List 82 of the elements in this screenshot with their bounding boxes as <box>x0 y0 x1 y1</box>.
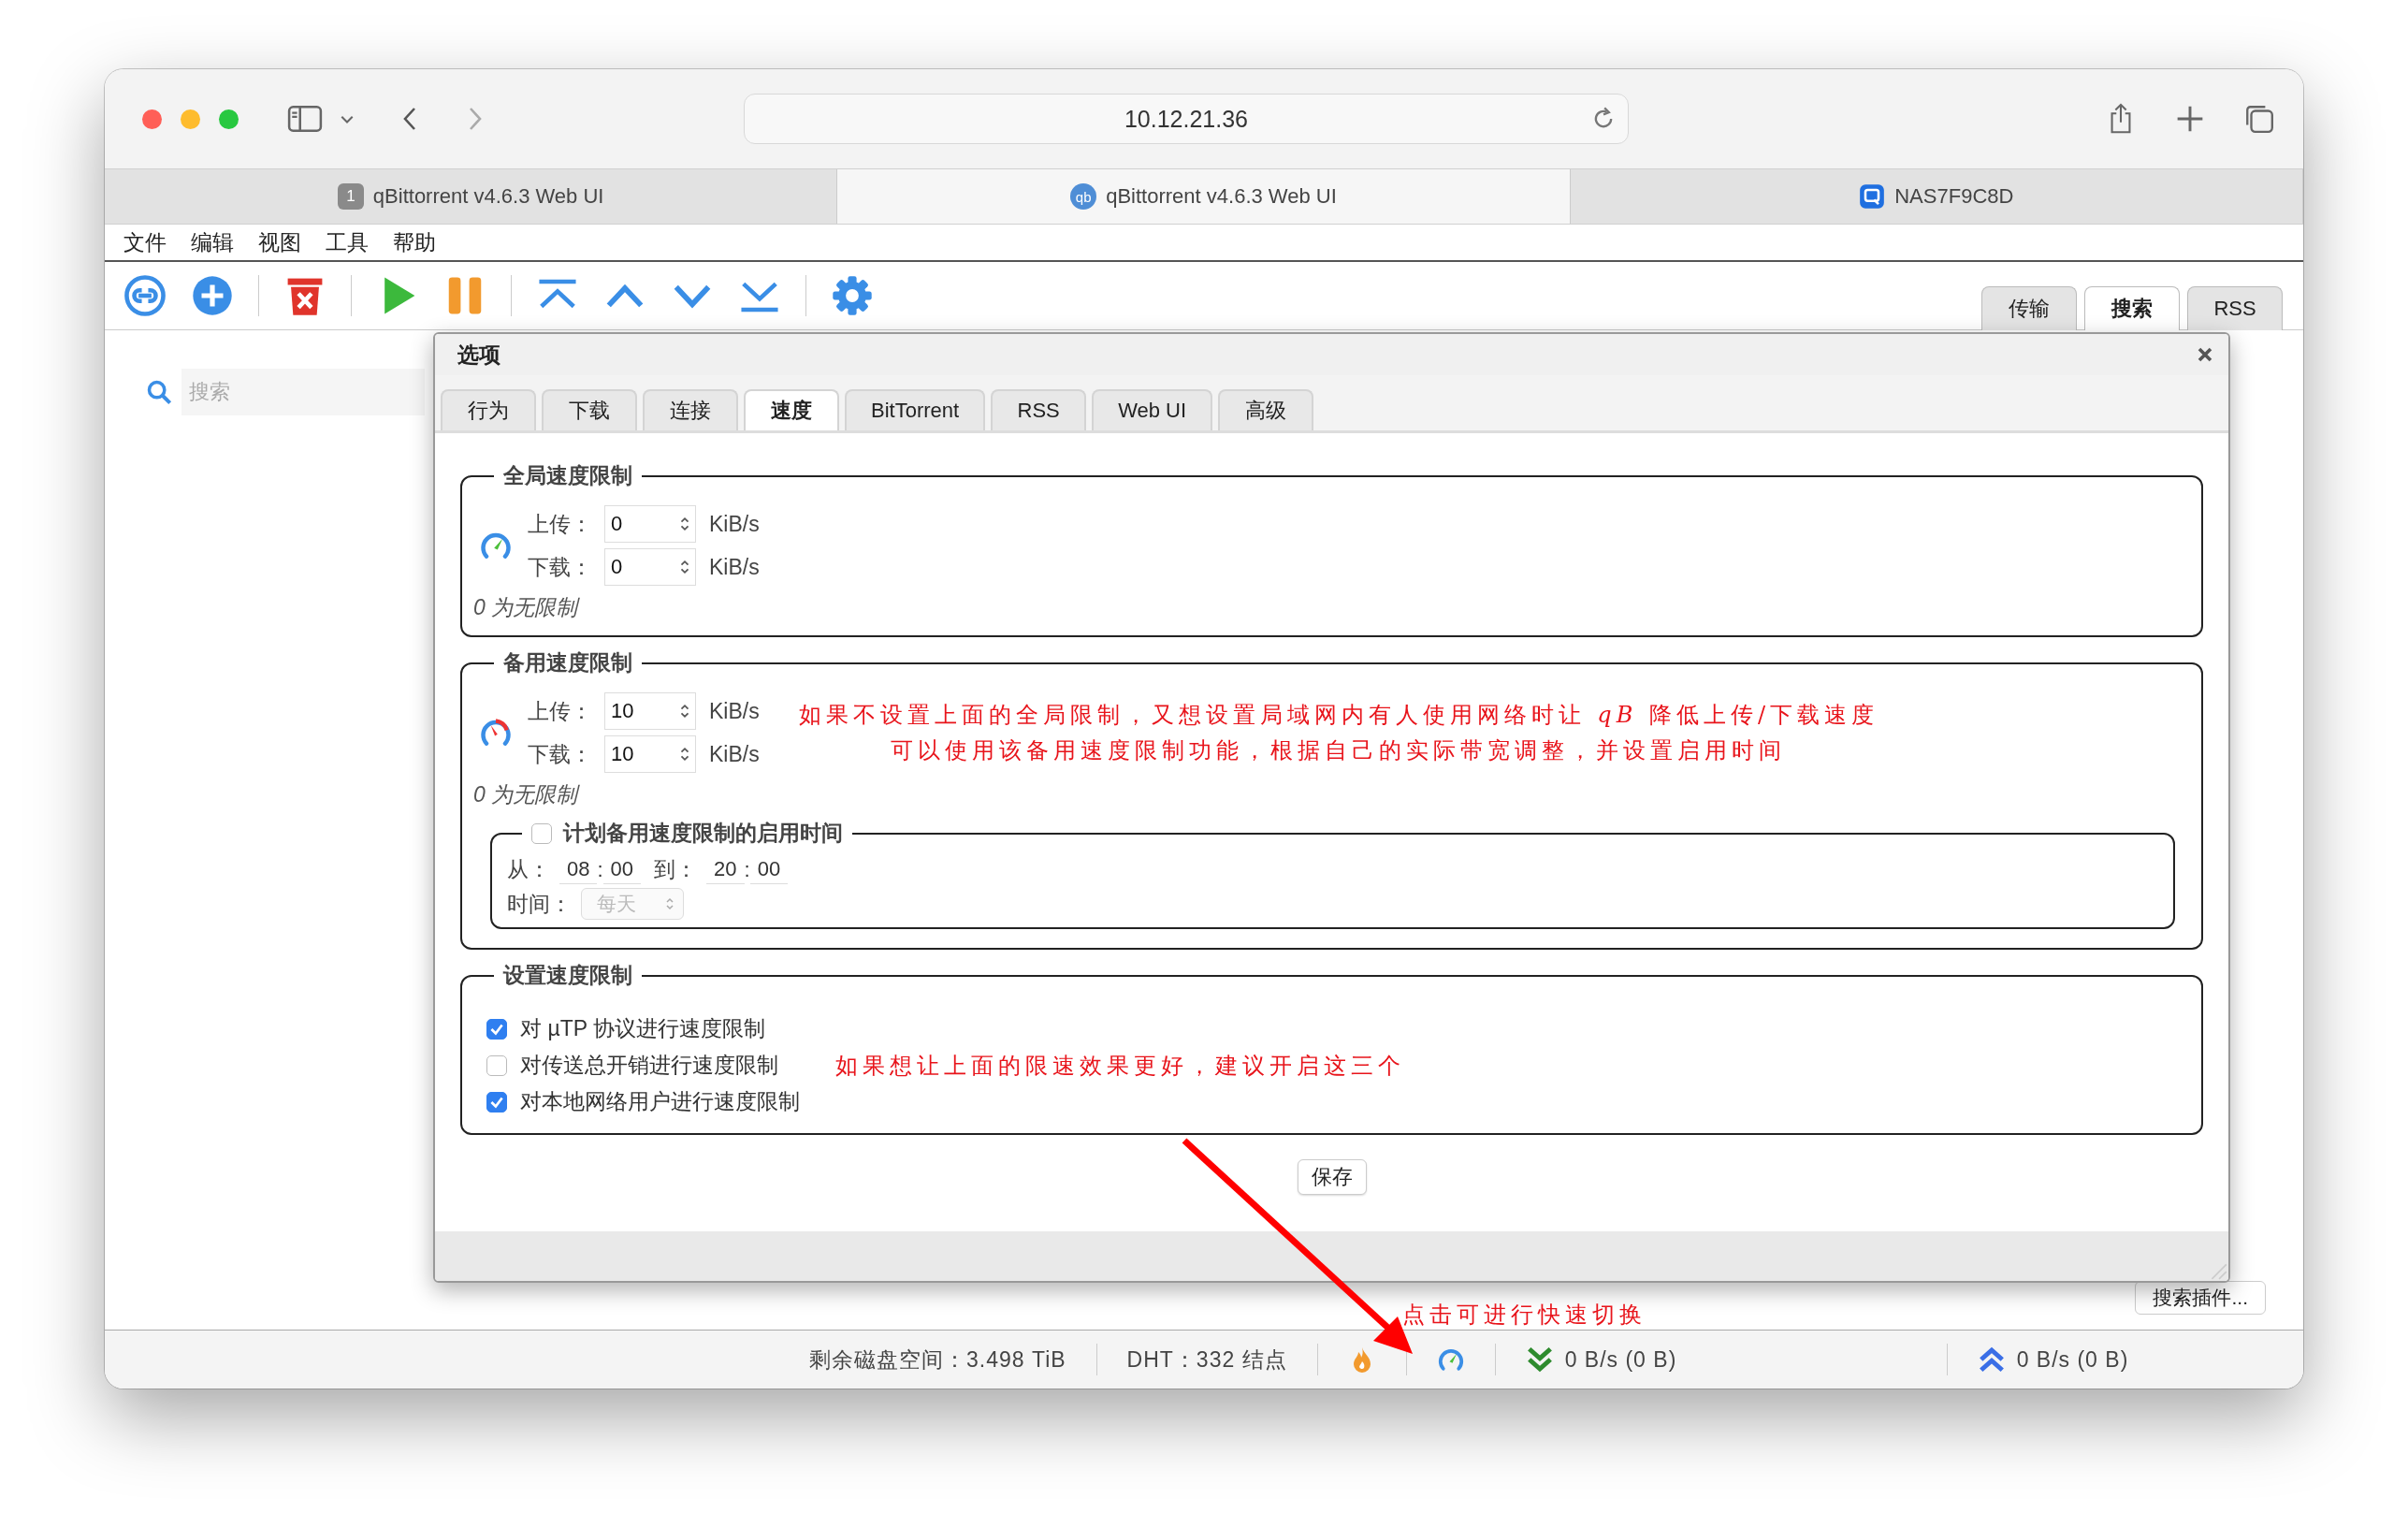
menu-item[interactable]: 文件 <box>123 227 167 257</box>
download-arrows-icon <box>1525 1345 1554 1374</box>
tab-overview-icon[interactable] <box>2243 103 2275 135</box>
hour-field[interactable]: 08 <box>559 855 598 884</box>
time-separator: : <box>597 857 603 882</box>
browser-tab[interactable]: NAS7F9C8D <box>1570 169 2303 224</box>
upload-arrows-icon <box>1977 1345 2006 1374</box>
field-label: 从： <box>507 856 550 883</box>
options-tab[interactable]: 速度 <box>744 389 839 430</box>
number-field[interactable]: 0 <box>604 505 696 543</box>
options-tab[interactable]: BitTorrent <box>845 389 986 430</box>
close-icon[interactable] <box>2197 346 2213 363</box>
annotation-text: 点击可进行快速切换 <box>1402 1301 1646 1330</box>
browser-tab[interactable]: qb qBittorrent v4.6.3 Web UI <box>837 169 1571 224</box>
annotation-text: 如果想让上面的限速效果更好，建议开启这三个 <box>835 1051 1405 1081</box>
checkbox[interactable] <box>531 822 552 844</box>
options-tab[interactable]: Web UI <box>1092 389 1213 430</box>
checkbox-label: 对传送总开销进行速度限制 <box>520 1052 778 1079</box>
options-tab[interactable]: RSS <box>991 389 1087 430</box>
address-bar[interactable]: 10.12.21.36 <box>744 94 1629 144</box>
group-legend: 设置速度限制 <box>494 961 642 990</box>
save-button[interactable]: 保存 <box>1297 1159 1367 1195</box>
hour-field[interactable]: 20 <box>706 855 745 884</box>
chevron-down-icon[interactable] <box>340 113 355 124</box>
search-icon <box>146 379 172 405</box>
panel-tab[interactable]: RSS <box>2187 286 2283 330</box>
search-plugins-button[interactable]: 搜索插件... <box>2135 1281 2266 1315</box>
options-tab[interactable]: 高级 <box>1218 389 1314 430</box>
checkbox-label: 对 µTP 协议进行速度限制 <box>520 1015 765 1042</box>
unit-label: KiB/s <box>709 511 760 537</box>
group-legend: 全局速度限制 <box>494 461 642 490</box>
annotation-text: 如果不设置上面的全局限制，又想设置局域网内有人使用网络时让 qB 降低上传/下载速度 <box>798 701 1879 730</box>
upload-speed-text: 0 B/s (0 B) <box>2016 1346 2129 1373</box>
checkbox[interactable] <box>486 1054 507 1076</box>
menu-item[interactable]: 视图 <box>258 227 301 257</box>
number-field[interactable]: 10 <box>604 692 696 730</box>
unit-label: KiB/s <box>709 554 760 580</box>
tab-number-badge: 1 <box>337 183 364 210</box>
minute-field[interactable]: 00 <box>749 855 789 884</box>
hint-text: 0 为无限制 <box>473 594 581 621</box>
time-separator: : <box>744 857 750 882</box>
back-icon[interactable] <box>401 106 418 132</box>
unit-label: KiB/s <box>709 741 760 767</box>
unit-label: KiB/s <box>709 698 760 724</box>
download-speed-text: 0 B/s (0 B) <box>1564 1346 1677 1373</box>
nas-logo-icon <box>1859 183 1886 210</box>
browser-tab[interactable]: 1 qBittorrent v4.6.3 Web UI <box>105 169 838 224</box>
field-label: 时间： <box>507 890 572 918</box>
hint-text: 0 为无限制 <box>473 781 581 808</box>
minute-field[interactable]: 00 <box>602 855 642 884</box>
field-label: 上传： <box>528 510 593 538</box>
group-legend: 备用速度限制 <box>494 648 642 677</box>
add-icon[interactable] <box>191 274 234 317</box>
number-field[interactable]: 10 <box>604 735 696 773</box>
qb-logo: qb <box>1070 183 1097 210</box>
panel-tab[interactable]: 传输 <box>1981 286 2077 330</box>
options-tab[interactable]: 下载 <box>542 389 637 430</box>
menu-item[interactable]: 编辑 <box>191 227 234 257</box>
close-button[interactable] <box>142 109 162 129</box>
free-space-text: 剩余磁盘空间：3.498 TiB <box>809 1345 1066 1374</box>
field-label: 上传： <box>528 697 593 725</box>
field-label: 到： <box>654 856 698 883</box>
number-field[interactable]: 0 <box>604 548 696 586</box>
panel-tab[interactable]: 搜索 <box>2084 286 2180 330</box>
menu-item[interactable]: 工具 <box>326 227 369 257</box>
dht-status-text: DHT：332 结点 <box>1126 1345 1287 1374</box>
search-field[interactable]: 搜索 <box>181 369 425 415</box>
forward-icon[interactable] <box>467 106 484 132</box>
checkbox[interactable] <box>486 1091 507 1113</box>
field-label: 下载： <box>528 553 593 581</box>
zoom-button[interactable] <box>219 109 239 129</box>
settings-icon[interactable] <box>831 274 874 317</box>
options-tab[interactable]: 连接 <box>643 389 738 430</box>
dialog-title: 选项 <box>457 341 500 369</box>
options-tab[interactable]: 行为 <box>441 389 536 430</box>
sidebar-icon[interactable] <box>287 105 323 133</box>
group-legend: 计划备用速度限制的启用时间 <box>563 819 843 848</box>
checkbox-label: 对本地网络用户进行速度限制 <box>520 1088 800 1115</box>
field-label: 下载： <box>528 740 593 768</box>
checkbox[interactable] <box>486 1018 507 1040</box>
menu-item[interactable]: 帮助 <box>393 227 436 257</box>
annotation-text: 可以使用该备用速度限制功能，根据自己的实际带宽调整，并设置启用时间 <box>891 736 1787 765</box>
